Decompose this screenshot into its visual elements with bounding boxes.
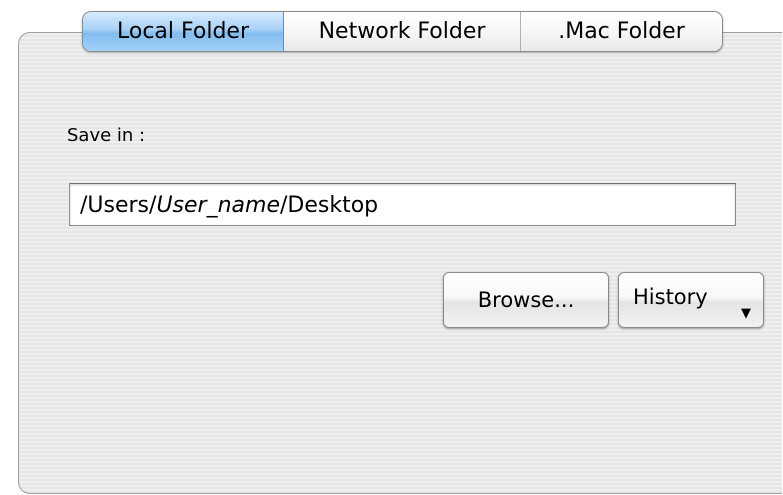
folder-type-tabs: Local Folder Network Folder .Mac Folder — [82, 11, 723, 52]
save-in-label: Save in : — [67, 125, 146, 146]
folder-options-panel — [18, 32, 782, 494]
tab-local-folder[interactable]: Local Folder — [83, 12, 284, 51]
browse-button-label: Browse... — [477, 288, 575, 312]
tab-network-folder[interactable]: Network Folder — [284, 12, 521, 51]
path-suffix: /Desktop — [279, 193, 379, 218]
browse-button[interactable]: Browse... — [443, 272, 609, 328]
save-path-field[interactable]: /Users/User_name/Desktop — [69, 183, 736, 226]
history-button[interactable]: History ▼ — [618, 272, 764, 328]
history-button-label: History — [633, 285, 708, 309]
path-prefix: /Users/ — [80, 193, 157, 218]
path-username: User_name — [156, 193, 280, 218]
dropdown-arrow-icon: ▼ — [741, 306, 751, 321]
tab-mac-folder[interactable]: .Mac Folder — [521, 12, 722, 51]
